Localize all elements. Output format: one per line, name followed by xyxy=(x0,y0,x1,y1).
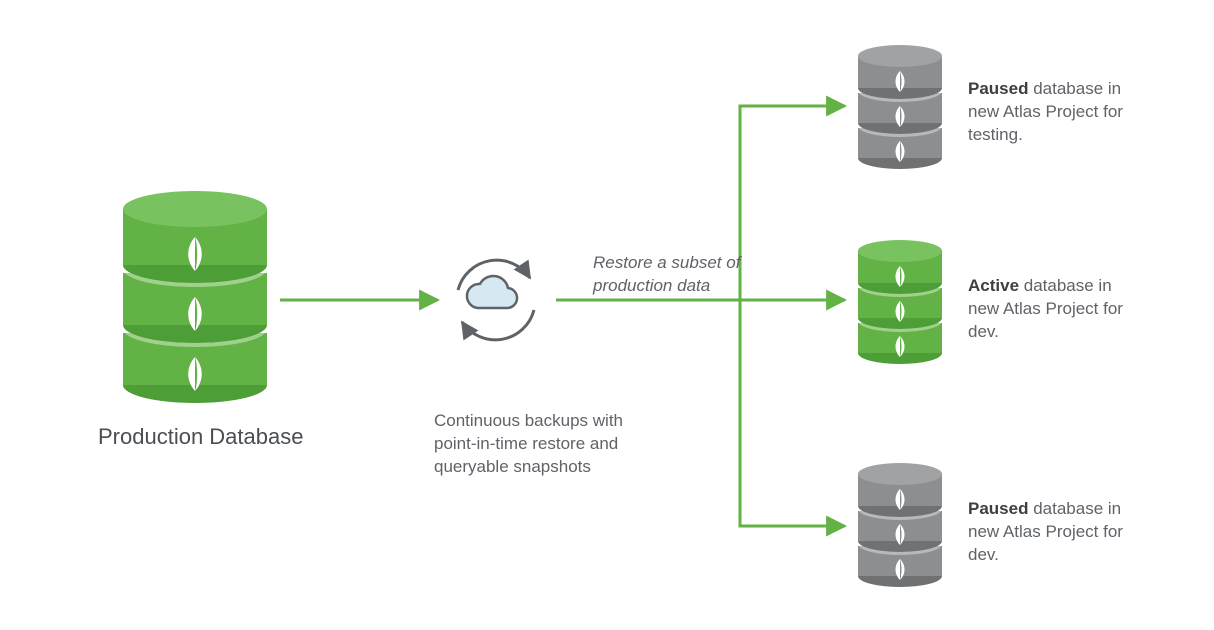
status-word: Paused xyxy=(968,499,1028,518)
db-dev-active-icon xyxy=(858,240,942,364)
db-dev-paused-icon xyxy=(858,463,942,587)
backup-sync-icon xyxy=(458,260,534,340)
production-database-icon xyxy=(123,191,267,403)
status-word: Paused xyxy=(968,79,1028,98)
restore-arrow-label: Restore a subset of production data xyxy=(593,252,753,298)
db-testing-icon xyxy=(858,45,942,169)
db-testing-label: Paused database in new Atlas Project for… xyxy=(968,78,1138,147)
db-dev-active-label: Active database in new Atlas Project for… xyxy=(968,275,1138,344)
db-dev-paused-label: Paused database in new Atlas Project for… xyxy=(968,498,1138,567)
production-database-label: Production Database xyxy=(98,422,338,452)
status-word: Active xyxy=(968,276,1019,295)
backup-caption: Continuous backups with point-in-time re… xyxy=(434,410,649,479)
